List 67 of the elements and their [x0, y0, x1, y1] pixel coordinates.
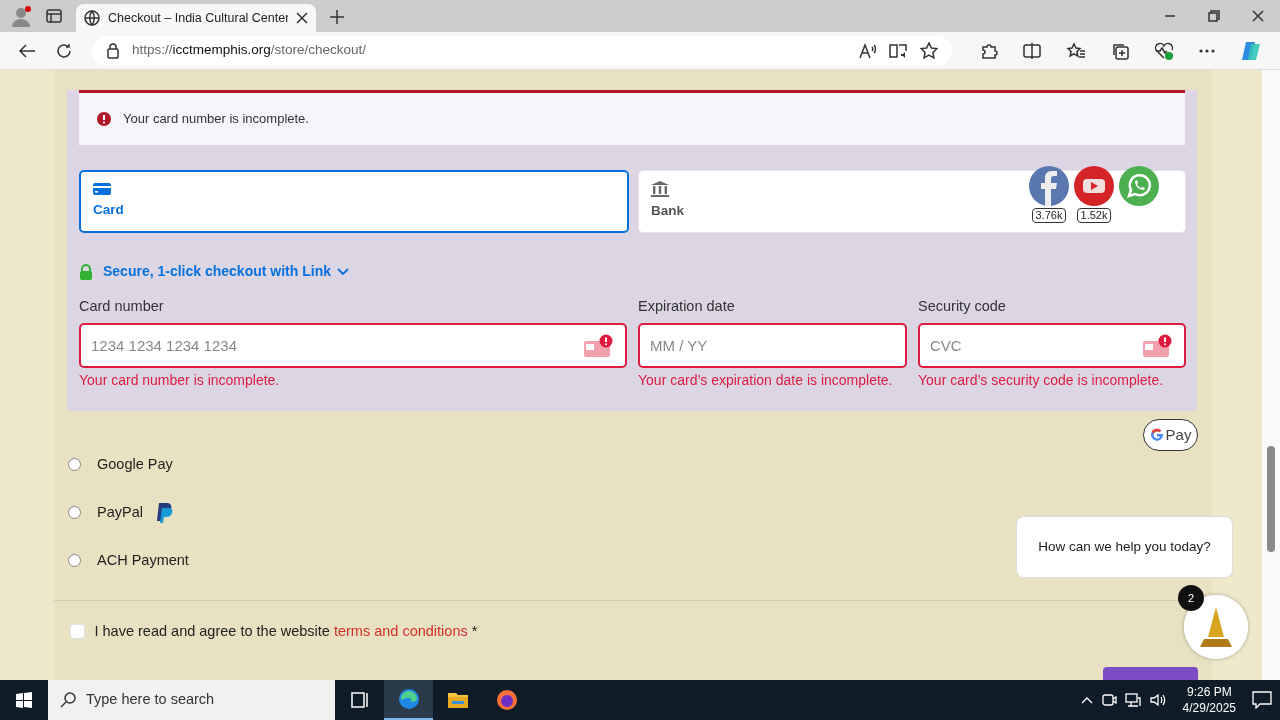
share-count: 1.52k [1076, 208, 1112, 223]
url-text: https://icctmemphis.org/store/checkout/ [132, 41, 368, 60]
card-error-icon [583, 333, 613, 358]
field-label: Security code [918, 297, 1007, 316]
option-label: PayPal [97, 502, 143, 522]
input-field[interactable]: 1234 1234 1234 1234 [81, 324, 625, 366]
notifications-icon[interactable] [1252, 691, 1272, 709]
chevron-up-icon[interactable] [1080, 696, 1093, 704]
field-label: Card number [79, 297, 165, 316]
puzzle-icon[interactable] [980, 41, 998, 60]
terms-link[interactable]: terms and conditions [333, 622, 468, 639]
close-icon[interactable] [296, 12, 308, 24]
lock-icon [79, 263, 93, 280]
error-message: Your card’s expiration date is incomplete. [638, 371, 894, 389]
profile-icon[interactable] [10, 5, 32, 27]
chat-bubble: How can we help you today? [1016, 516, 1233, 578]
g-logo-icon [1149, 427, 1164, 442]
browser-icon[interactable] [384, 680, 433, 720]
share-count: 3.76k [1031, 208, 1067, 223]
radio-button[interactable] [68, 554, 81, 568]
more-icon[interactable] [1199, 48, 1215, 53]
paypal-icon [154, 501, 173, 524]
whatsapp-icon[interactable] [1119, 166, 1159, 206]
search-icon [60, 692, 76, 708]
collections-icon[interactable] [1111, 41, 1129, 60]
taskbar-search[interactable]: Type here to search [48, 680, 335, 720]
new-tab-icon[interactable] [330, 10, 344, 24]
input-field[interactable]: MM / YY [640, 324, 905, 366]
restore-icon[interactable] [1208, 10, 1220, 22]
terms-text: I have read and agree to the website terms and conditions * [94, 621, 478, 641]
split-screen-icon[interactable] [1023, 42, 1041, 59]
chevron-down-icon[interactable] [336, 267, 349, 276]
heart-pulse-icon[interactable] [1154, 41, 1174, 60]
scrollbar[interactable] [1262, 70, 1280, 680]
back-icon[interactable] [18, 42, 36, 59]
error-message: Your card number is incomplete. [79, 371, 281, 389]
input-field[interactable]: CVC [920, 324, 1184, 366]
copilot-icon[interactable] [1240, 39, 1262, 62]
youtube-icon[interactable] [1074, 166, 1114, 206]
scrollbar-thumb[interactable] [1267, 446, 1275, 552]
error-icon [97, 112, 111, 126]
radio-button[interactable] [68, 458, 81, 472]
favorites-icon[interactable] [1066, 41, 1086, 60]
radio-button[interactable] [68, 506, 81, 520]
bank-icon [651, 181, 669, 198]
favorite-star-icon[interactable] [920, 41, 938, 60]
close-icon[interactable] [1252, 10, 1264, 22]
address-bar[interactable]: https://icctmemphis.org/store/checkout/ [92, 35, 952, 66]
terms-checkbox[interactable] [70, 624, 85, 639]
option-label: ACH Payment [97, 550, 189, 570]
lock-icon [106, 42, 120, 59]
facebook-icon[interactable] [1029, 166, 1069, 206]
network-icon[interactable] [1124, 692, 1141, 708]
volume-icon[interactable] [1148, 692, 1167, 708]
taskbar-clock[interactable]: 9:26 PM 4/29/2025 [1174, 684, 1244, 716]
alert-text: Your card number is incomplete. [123, 110, 309, 129]
globe-icon [84, 10, 100, 26]
read-aloud-icon[interactable] [858, 42, 876, 59]
payment-method-tab[interactable]: Card [79, 170, 629, 233]
card-error-icon [1142, 333, 1172, 358]
error-message: Your card’s security code is incomplete. [918, 371, 1165, 389]
field-label: Expiration date [638, 297, 736, 316]
option-label: Google Pay [97, 454, 173, 474]
google-pay-badge: Pay [1143, 418, 1198, 451]
tab-actions-icon[interactable] [46, 8, 62, 24]
reload-icon[interactable] [56, 42, 72, 59]
card-icon [93, 182, 111, 197]
